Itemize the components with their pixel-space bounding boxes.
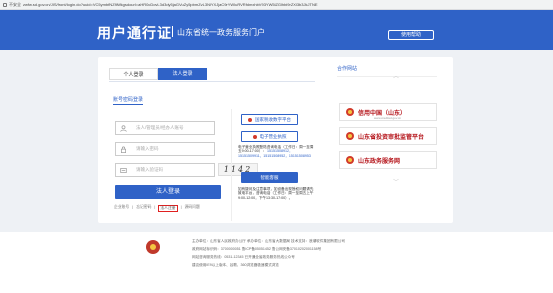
partner-site-name: 山东政务服务网 <box>358 157 401 165</box>
user-icon <box>116 122 130 134</box>
partner-sites-title: 合作网站 <box>337 66 358 72</box>
chevron-up-icon[interactable]: ︿ <box>393 71 399 80</box>
page-header: 用户通行证 山东省统一政务服务门户 使用帮助 <box>0 10 553 50</box>
page-subtitle: 山东省统一政务服务门户 <box>177 28 265 37</box>
browser-address-bar[interactable]: 不安全 zwfw.sd.gov.cn/JIS/front/login.do?uu… <box>0 0 553 10</box>
username-placeholder: 法人/管理员/经办人账号 <box>136 125 184 130</box>
national-emblem-icon <box>252 134 257 139</box>
tax-platform-login-button[interactable]: 国家税收数字平台 <box>241 114 298 125</box>
smart-service-text: 如有疑问及注意事项，如设备出现授权问题请先致电平台，咨询电话（工作日：周一至周五… <box>238 187 314 200</box>
column-divider <box>231 109 232 221</box>
e-business-license-label: 电子营业执照 <box>259 133 287 139</box>
lock-icon <box>116 143 130 155</box>
password-field[interactable]: 请输入密码 <box>115 142 215 156</box>
footer-line: 网站咨询服务热线：0531-12345 已开通全省政务服务热线公众号 <box>192 255 295 259</box>
url-text[interactable]: zwfw.sd.gov.cn/JIS/front/login.do?uuid=V… <box>23 2 543 7</box>
link-enterprise-account[interactable]: 企业账号 <box>114 205 129 212</box>
page-title: 用户通行证 <box>97 25 172 41</box>
captcha-placeholder: 请输入验证码 <box>136 167 163 172</box>
national-emblem-icon <box>346 108 354 116</box>
national-emblem-icon <box>248 117 252 122</box>
tab-personal-login[interactable]: 个人登录 <box>109 68 158 80</box>
partner-site-credit-china[interactable]: 信用中国（山东） www.creditsd.gov.cn <box>339 103 437 121</box>
legal-person-login-button[interactable]: 法人登录 <box>115 185 221 199</box>
partner-site-investment-platform[interactable]: 山东省投资审批监管平台 <box>339 127 437 145</box>
login-card: 个人登录 法人登录 账号密码登录 法人/管理员/经办人账号 请输入密码 请输入验… <box>98 57 453 223</box>
password-placeholder: 请输入密码 <box>136 146 159 151</box>
partner-site-url: www.creditsd.gov.cn <box>374 116 402 120</box>
footer-line: 建议使用IE9以上版本、谷歌、360浏览器极速模式浏览 <box>192 263 279 267</box>
footer-line: 政府网站标识码：3700000051 鲁ICP备05051452 鲁公网安备37… <box>192 247 322 251</box>
national-emblem-icon <box>346 156 354 164</box>
link-legal-person-register[interactable]: 法人注册 <box>158 205 178 212</box>
tab-underline <box>109 81 315 82</box>
partner-sites-panel: 合作网站 ︿ 信用中国（山东） www.creditsd.gov.cn 山东省投… <box>337 65 447 186</box>
username-field[interactable]: 法人/管理员/经办人账号 <box>115 121 215 135</box>
not-secure-icon <box>3 2 7 7</box>
title-divider <box>172 26 173 37</box>
not-secure-label: 不安全 <box>9 1 21 7</box>
smart-service-button[interactable]: 智能客服 <box>241 172 298 183</box>
partner-sites-underline <box>337 76 437 77</box>
smart-service-label: 智能客服 <box>260 174 279 180</box>
ebl-help-text: 电子营业执照登陆咨询电话（工作日：周一至周五9:00-17:00）： 15151… <box>238 145 314 158</box>
link-source-issue[interactable]: 源码问题 <box>185 205 200 212</box>
chevron-down-icon[interactable]: ﹀ <box>393 177 399 186</box>
link-forgot-password[interactable]: 忘记密码 <box>136 205 151 212</box>
footer-line: 主办单位：山东省人民政府办公厅 承办单位：山东省大数据局 技术支持：浪潮软件集团… <box>192 239 345 243</box>
tab-legal-person-login[interactable]: 法人登录 <box>158 68 207 80</box>
captcha-icon <box>116 164 130 176</box>
help-button[interactable]: 使用帮助 <box>388 30 434 40</box>
password-login-underline <box>113 104 143 105</box>
page-footer: 主办单位：山东省人民政府办公厅 承办单位：山东省大数据局 技术支持：浪潮软件集团… <box>0 232 553 293</box>
partner-site-name: 山东省投资审批监管平台 <box>358 133 425 141</box>
partner-site-gov-service[interactable]: 山东政务服务网 <box>339 151 437 169</box>
captcha-field[interactable]: 请输入验证码 <box>115 163 215 177</box>
login-tabs: 个人登录 法人登录 <box>109 68 207 80</box>
tax-platform-label: 国家税收数字平台 <box>255 116 291 122</box>
login-links: 企业账号 | 忘记密码 | 法人注册 | 源码问题 <box>114 205 200 212</box>
password-login-title[interactable]: 账号密码登录 <box>113 96 143 103</box>
national-emblem-icon <box>146 240 160 254</box>
e-business-license-button[interactable]: 电子营业执照 <box>241 131 298 142</box>
national-emblem-icon <box>346 132 354 140</box>
